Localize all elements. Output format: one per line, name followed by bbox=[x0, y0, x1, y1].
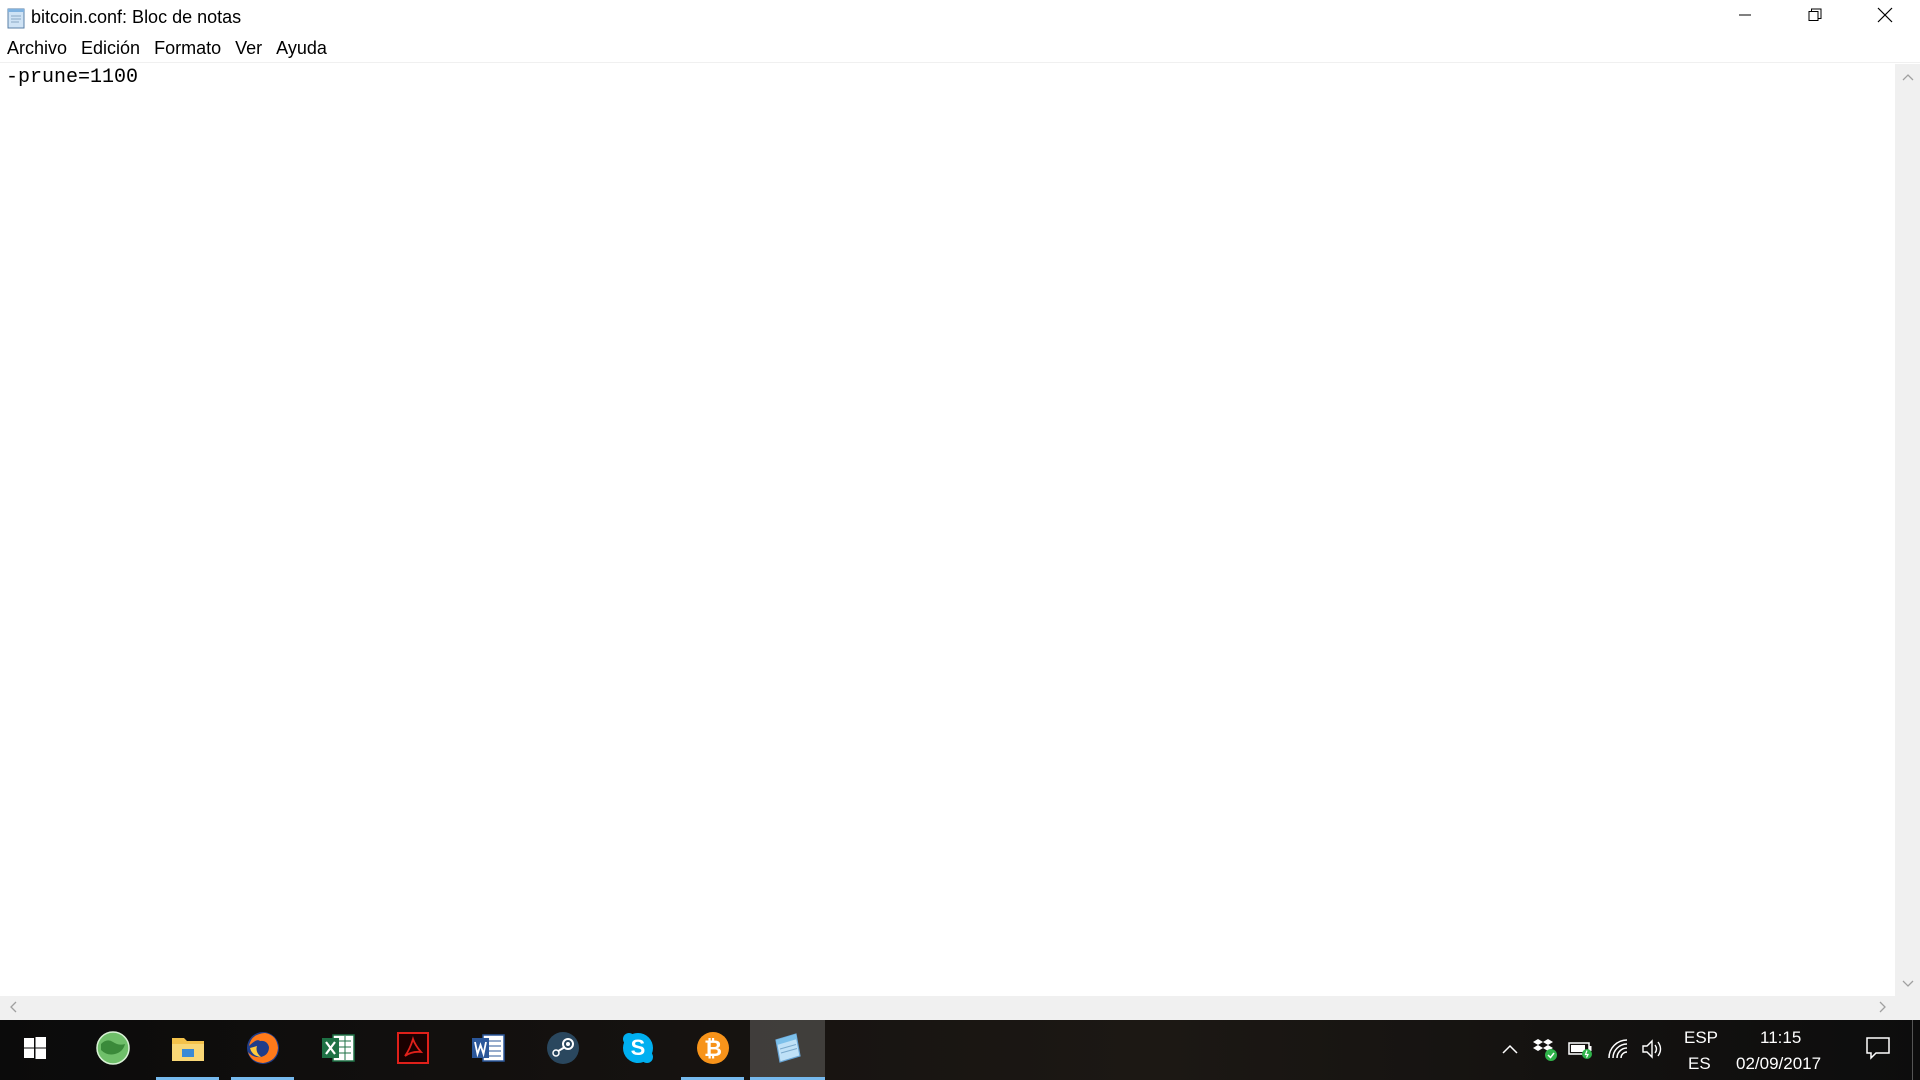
scroll-down-button[interactable] bbox=[1895, 971, 1920, 996]
action-center-button[interactable] bbox=[1854, 1020, 1902, 1080]
horizontal-scrollbar[interactable] bbox=[0, 996, 1895, 1021]
clock-date: 02/09/2017 bbox=[1736, 1054, 1822, 1073]
taskbar-app-excel[interactable] bbox=[300, 1020, 375, 1080]
title-bar[interactable]: bitcoin.conf: Bloc de notas bbox=[0, 0, 1920, 35]
clock-time: 11:15 bbox=[1760, 1028, 1802, 1047]
restore-button[interactable] bbox=[1780, 0, 1850, 35]
menu-formato[interactable]: Formato bbox=[147, 35, 228, 63]
chevron-up-icon bbox=[1501, 1042, 1519, 1060]
tray-dropbox[interactable] bbox=[1532, 1038, 1558, 1064]
taskbar-app-bitcoin[interactable]: ₿ bbox=[675, 1020, 750, 1080]
taskbar-app-acrobat[interactable] bbox=[375, 1020, 450, 1080]
scroll-up-button[interactable] bbox=[1895, 64, 1920, 89]
scroll-left-button[interactable] bbox=[0, 996, 25, 1021]
size-grip[interactable] bbox=[1895, 996, 1920, 1021]
firefox-icon bbox=[245, 1030, 281, 1071]
word-icon bbox=[471, 1032, 505, 1069]
taskbar-app-notepad[interactable] bbox=[750, 1020, 825, 1080]
globe-app-icon bbox=[95, 1030, 131, 1071]
show-desktop-button[interactable] bbox=[1912, 1020, 1920, 1080]
acrobat-icon bbox=[396, 1031, 430, 1070]
vertical-scrollbar[interactable] bbox=[1895, 64, 1920, 996]
battery-charging-icon bbox=[1568, 1038, 1594, 1065]
svg-text:S: S bbox=[630, 1035, 645, 1060]
taskbar: S ₿ ESP ES 11:15 02/09/2017 bbox=[0, 1020, 1920, 1080]
start-button[interactable] bbox=[0, 1020, 70, 1080]
bitcoin-icon: ₿ bbox=[695, 1030, 731, 1071]
steam-icon bbox=[545, 1030, 581, 1071]
desktop: bitcoin.conf: Bloc de notas Archivo Edic… bbox=[0, 0, 1920, 1080]
close-button[interactable] bbox=[1850, 0, 1920, 35]
menu-edicion[interactable]: Edición bbox=[74, 35, 147, 63]
taskbar-app-firefox[interactable] bbox=[225, 1020, 300, 1080]
language-code: ESP bbox=[1684, 1028, 1719, 1047]
restore-icon bbox=[1808, 8, 1822, 27]
wifi-icon bbox=[1607, 1038, 1631, 1065]
menu-ver[interactable]: Ver bbox=[228, 35, 269, 63]
keyboard-layout: ES bbox=[1688, 1054, 1711, 1073]
taskbar-app-steam[interactable] bbox=[525, 1020, 600, 1080]
file-explorer-icon bbox=[171, 1033, 205, 1068]
menu-ayuda[interactable]: Ayuda bbox=[269, 35, 334, 63]
taskbar-app-skype[interactable]: S bbox=[600, 1020, 675, 1080]
minimize-button[interactable] bbox=[1710, 0, 1780, 35]
scroll-right-button[interactable] bbox=[1870, 996, 1895, 1021]
menu-bar: Archivo Edición Formato Ver Ayuda bbox=[0, 35, 1920, 63]
menu-archivo[interactable]: Archivo bbox=[0, 35, 74, 63]
speaker-icon bbox=[1641, 1038, 1665, 1065]
windows-logo-icon bbox=[23, 1036, 47, 1065]
chevron-down-icon bbox=[1902, 975, 1914, 993]
skype-icon: S bbox=[620, 1030, 656, 1071]
editor-content[interactable]: -prune=1100 bbox=[6, 66, 138, 89]
tray-volume[interactable] bbox=[1640, 1038, 1666, 1064]
taskbar-app-explorer[interactable] bbox=[150, 1020, 225, 1080]
chevron-right-icon bbox=[1879, 1000, 1887, 1018]
chevron-up-icon bbox=[1902, 68, 1914, 86]
tray-wifi[interactable] bbox=[1606, 1038, 1632, 1064]
notepad-icon[interactable] bbox=[4, 6, 28, 30]
close-icon bbox=[1877, 7, 1893, 28]
window-title: bitcoin.conf: Bloc de notas bbox=[31, 7, 242, 27]
taskbar-app-word[interactable] bbox=[450, 1020, 525, 1080]
minimize-icon bbox=[1738, 8, 1752, 27]
notification-icon bbox=[1865, 1036, 1891, 1065]
show-hidden-icons-button[interactable] bbox=[1497, 1038, 1523, 1064]
dropbox-icon bbox=[1532, 1036, 1558, 1067]
tray-battery[interactable] bbox=[1568, 1038, 1594, 1064]
notepad-icon bbox=[770, 1030, 806, 1071]
svg-text:₿: ₿ bbox=[704, 1036, 722, 1061]
taskbar-app-globe[interactable] bbox=[75, 1020, 150, 1080]
excel-icon bbox=[321, 1032, 355, 1069]
text-editor[interactable]: -prune=1100 bbox=[0, 64, 1895, 996]
chevron-left-icon bbox=[9, 1000, 17, 1018]
